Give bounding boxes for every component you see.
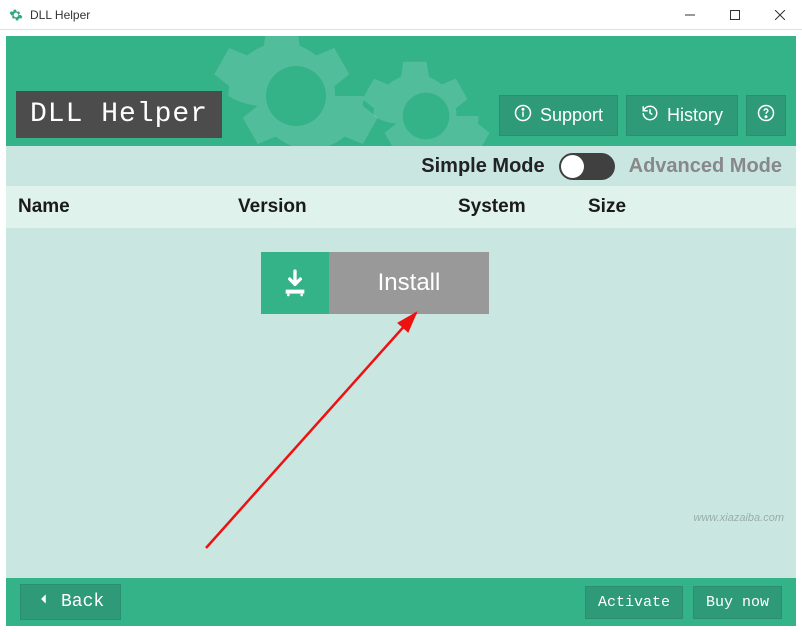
activate-button[interactable]: Activate xyxy=(585,586,683,619)
column-name: Name xyxy=(18,196,238,218)
help-button[interactable] xyxy=(746,95,786,136)
watermark: www.xiazaiba.com xyxy=(694,512,784,524)
chevron-left-icon xyxy=(37,592,51,612)
window-titlebar: DLL Helper xyxy=(0,0,802,30)
info-icon xyxy=(514,104,532,127)
history-label: History xyxy=(667,105,723,126)
back-button[interactable]: Back xyxy=(20,584,121,620)
buy-now-button[interactable]: Buy now xyxy=(693,586,782,619)
toggle-knob xyxy=(561,155,584,178)
app-logo: DLL Helper xyxy=(16,91,222,138)
back-label: Back xyxy=(61,592,104,612)
install-button[interactable]: Install xyxy=(329,252,489,314)
advanced-mode-label: Advanced Mode xyxy=(629,155,782,178)
simple-mode-label: Simple Mode xyxy=(421,155,544,178)
mode-bar: Simple Mode Advanced Mode xyxy=(6,146,796,186)
column-system: System xyxy=(458,196,588,218)
app-icon xyxy=(8,7,24,23)
activate-label: Activate xyxy=(598,594,670,611)
footer: Back Activate Buy now xyxy=(6,578,796,626)
column-size: Size xyxy=(588,196,784,218)
buy-now-label: Buy now xyxy=(706,594,769,611)
install-label: Install xyxy=(378,269,441,297)
history-icon xyxy=(641,104,659,127)
history-button[interactable]: History xyxy=(626,95,738,136)
app-header: DLL Helper Support History xyxy=(6,36,796,146)
column-version: Version xyxy=(238,196,458,218)
window-title: DLL Helper xyxy=(30,8,667,22)
download-icon xyxy=(261,252,329,314)
install-group: Install xyxy=(261,252,489,314)
window-maximize-button[interactable] xyxy=(712,0,757,30)
window-minimize-button[interactable] xyxy=(667,0,712,30)
help-icon xyxy=(757,104,775,127)
window-close-button[interactable] xyxy=(757,0,802,30)
support-label: Support xyxy=(540,105,603,126)
content-area: Install www.xiazaiba.com xyxy=(6,228,796,578)
annotation-arrow xyxy=(186,298,446,558)
support-button[interactable]: Support xyxy=(499,95,618,136)
mode-toggle[interactable] xyxy=(559,153,615,180)
table-header: Name Version System Size xyxy=(6,186,796,228)
